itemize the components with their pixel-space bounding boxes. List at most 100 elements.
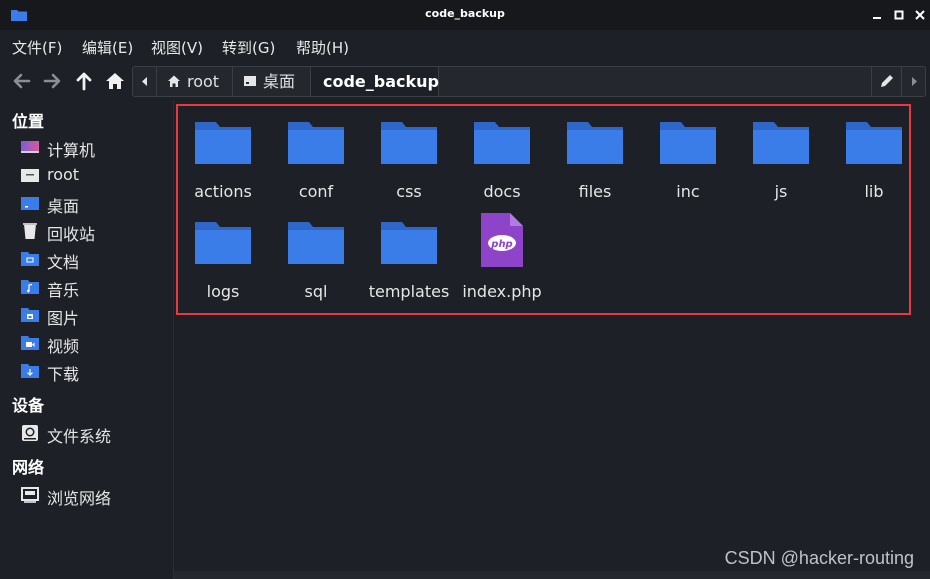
folder-icon (753, 122, 809, 164)
folder-icon (474, 122, 530, 164)
home-folder-icon (21, 169, 39, 182)
menu-go[interactable]: 转到(G) (222, 37, 275, 58)
folder-item[interactable]: templates (364, 208, 454, 304)
trash-icon (23, 223, 37, 239)
toolbar: root 桌面 code_backup (0, 62, 930, 100)
file-name: actions (194, 182, 252, 201)
folder-icon (381, 222, 437, 264)
folder-icon (381, 122, 437, 164)
file-name: files (578, 182, 612, 201)
folder-item[interactable]: logs (178, 208, 268, 304)
breadcrumb-label: root (187, 72, 220, 91)
folder-item[interactable]: actions (178, 108, 268, 204)
sidebar-item-label: 回收站 (47, 225, 96, 244)
edit-path-button[interactable] (871, 67, 901, 96)
music-folder-icon (21, 280, 39, 294)
computer-icon (21, 141, 39, 153)
path-scroll-right-button[interactable] (901, 67, 925, 96)
folder-item[interactable]: sql (271, 208, 361, 304)
downloads-folder-icon (21, 364, 39, 378)
breadcrumb-root[interactable]: root (157, 67, 233, 96)
folder-icon (195, 222, 251, 264)
breadcrumb-label: 桌面 (263, 72, 296, 91)
chevron-right-icon (912, 77, 917, 86)
sidebar-item-downloads[interactable]: 下载 (20, 360, 170, 384)
file-name: index.php (462, 282, 542, 301)
breadcrumb-desktop[interactable]: 桌面 (233, 67, 311, 96)
sidebar: 位置 计算机 root 桌面 回收站 文档 音乐 图片 视频 下载 设备 文件系… (0, 100, 173, 579)
menu-view[interactable]: 视图(V) (151, 37, 203, 58)
desktop-icon (244, 76, 256, 86)
sidebar-item-label: 桌面 (47, 197, 80, 216)
sidebar-item-videos[interactable]: 视频 (20, 332, 170, 356)
desktop-folder-icon (21, 197, 39, 210)
forward-icon[interactable] (40, 69, 64, 93)
sidebar-item-browse-network[interactable]: 浏览网络 (20, 484, 170, 508)
breadcrumb-label: code_backup (323, 72, 439, 91)
file-name: templates (368, 282, 450, 301)
pictures-folder-icon (21, 308, 39, 322)
chevron-left-icon (142, 77, 147, 86)
menu-help[interactable]: 帮助(H) (296, 37, 349, 58)
file-name: docs (483, 182, 521, 201)
sidebar-item-label: 文档 (47, 253, 80, 272)
sidebar-heading-network: 网络 (12, 458, 45, 477)
network-icon (21, 487, 39, 503)
folder-item[interactable]: files (550, 108, 640, 204)
drive-icon (22, 425, 38, 441)
sidebar-item-trash[interactable]: 回收站 (20, 220, 170, 244)
home-icon[interactable] (103, 69, 127, 93)
file-name: sql (304, 282, 328, 301)
file-name: css (396, 182, 422, 201)
maximize-button[interactable] (892, 8, 906, 22)
sidebar-item-label: 文件系统 (47, 427, 112, 446)
folder-icon (288, 122, 344, 164)
php-file-icon: php (481, 213, 523, 267)
folder-item[interactable]: inc (643, 108, 733, 204)
videos-folder-icon (21, 336, 39, 350)
home-icon (168, 75, 180, 87)
sidebar-item-label: 下载 (47, 365, 80, 384)
folder-item[interactable]: conf (271, 108, 361, 204)
close-button[interactable] (913, 8, 927, 22)
folder-item[interactable]: lib (829, 108, 919, 204)
sidebar-item-root[interactable]: root (20, 164, 170, 188)
folder-icon (660, 122, 716, 164)
sidebar-item-desktop[interactable]: 桌面 (20, 192, 170, 216)
sidebar-item-label: 图片 (47, 309, 80, 328)
file-name: inc (676, 182, 700, 201)
sidebar-item-filesystem[interactable]: 文件系统 (20, 422, 170, 446)
folder-icon (567, 122, 623, 164)
folder-item[interactable]: css (364, 108, 454, 204)
sidebar-item-label: 计算机 (47, 141, 96, 160)
folder-icon (288, 222, 344, 264)
folder-icon (846, 122, 902, 164)
menu-file[interactable]: 文件(F) (12, 37, 62, 58)
file-name: lib (864, 182, 884, 201)
path-scroll-left-button[interactable] (133, 67, 157, 96)
pencil-icon (881, 75, 893, 87)
sidebar-item-label: root (47, 165, 80, 184)
sidebar-item-music[interactable]: 音乐 (20, 276, 170, 300)
documents-folder-icon (21, 252, 39, 266)
sidebar-heading-places: 位置 (12, 112, 45, 131)
folder-item[interactable]: js (736, 108, 826, 204)
horizontal-scrollbar[interactable] (174, 571, 930, 579)
sidebar-item-label: 视频 (47, 337, 80, 356)
file-name: logs (206, 282, 240, 301)
back-icon[interactable] (10, 69, 34, 93)
file-view[interactable]: actions conf css docs files inc js lib l… (174, 100, 930, 571)
sidebar-item-label: 音乐 (47, 281, 80, 300)
folder-item[interactable]: docs (457, 108, 547, 204)
sidebar-item-documents[interactable]: 文档 (20, 248, 170, 272)
up-icon[interactable] (72, 69, 96, 93)
menu-edit[interactable]: 编辑(E) (82, 37, 133, 58)
menu-bar: 文件(F) 编辑(E) 视图(V) 转到(G) 帮助(H) (0, 30, 930, 62)
sidebar-item-pictures[interactable]: 图片 (20, 304, 170, 328)
file-item[interactable]: php index.php (457, 208, 547, 304)
window-title: code_backup (425, 7, 505, 20)
minimize-button[interactable] (870, 8, 884, 22)
sidebar-item-computer[interactable]: 计算机 (20, 136, 170, 160)
breadcrumb-current[interactable]: code_backup (311, 67, 439, 96)
file-name: conf (298, 182, 334, 201)
